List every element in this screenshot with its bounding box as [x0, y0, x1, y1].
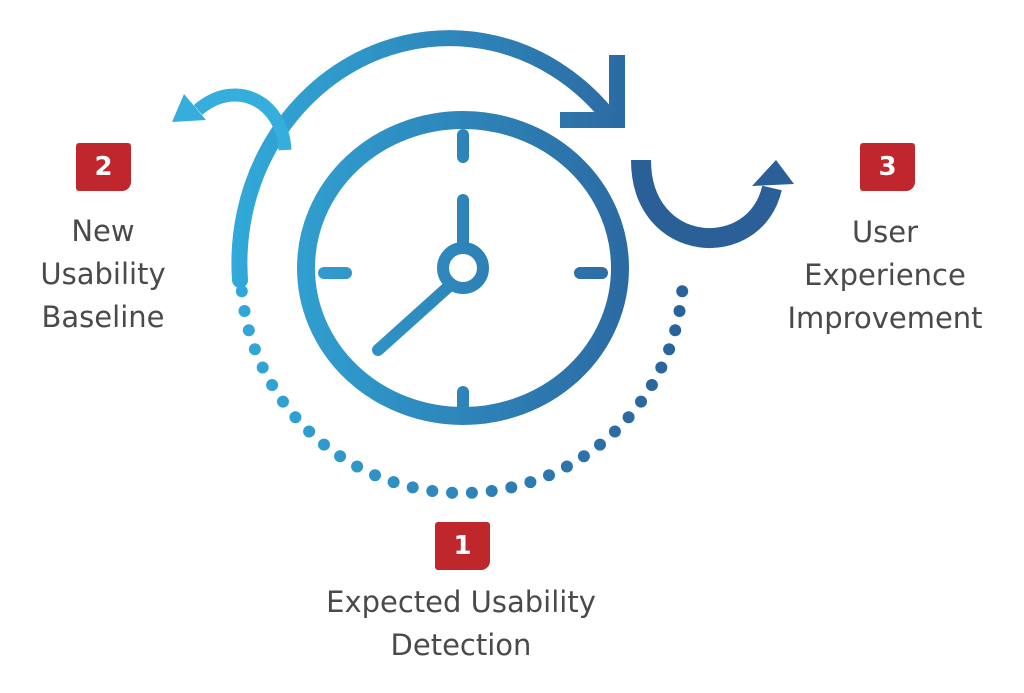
progress-dot	[369, 469, 381, 482]
progress-dot	[655, 361, 668, 374]
progress-dot	[676, 285, 689, 298]
progress-dot	[318, 438, 330, 451]
progress-dot	[426, 485, 439, 497]
step-1-line: Detection	[390, 628, 532, 662]
progress-dot	[560, 460, 573, 473]
progress-dot	[289, 411, 302, 424]
progress-dot	[334, 450, 347, 463]
progress-dot	[266, 379, 279, 391]
progress-dot	[248, 343, 261, 356]
progress-dot	[505, 481, 518, 494]
progress-dot	[235, 285, 248, 298]
progress-dot	[663, 343, 676, 356]
step-2-line: Baseline	[41, 300, 165, 334]
progress-dot	[577, 450, 590, 463]
progress-dot	[256, 361, 269, 374]
step-3-label: User Experience Improvement	[787, 211, 982, 340]
step-2-line: Usability	[40, 257, 166, 291]
progress-dot	[622, 411, 635, 424]
curved-up-arrow-icon	[631, 159, 794, 248]
step-3-line: Experience	[804, 258, 966, 292]
progress-dot	[645, 379, 658, 391]
progress-dot	[608, 425, 621, 438]
step-3-line: Improvement	[787, 301, 983, 335]
progress-dot	[446, 486, 459, 499]
step-3-line: User	[851, 215, 919, 249]
progress-dot	[238, 305, 251, 317]
progress-dot	[524, 476, 537, 489]
progress-dot	[485, 485, 498, 497]
progress-dot	[277, 395, 289, 408]
progress-dot	[242, 324, 255, 337]
progress-dot	[387, 476, 400, 489]
progress-dot	[406, 481, 419, 494]
progress-dot	[465, 486, 478, 499]
progress-dot	[635, 395, 647, 408]
step-2-line: New	[71, 214, 135, 248]
progress-dot	[669, 324, 682, 337]
progress-dot	[543, 469, 555, 482]
progress-dot	[673, 305, 686, 317]
clock-icon	[297, 111, 629, 425]
step-1-line: Expected Usability	[326, 585, 596, 619]
step-1-badge: 1	[435, 522, 490, 570]
progress-dot	[303, 425, 316, 438]
progress-dot	[351, 460, 364, 473]
step-1-label: Expected Usability Detection	[326, 581, 596, 667]
step-2-badge: 2	[76, 143, 131, 191]
step-3-badge: 3	[860, 143, 915, 191]
step-2-label: New Usability Baseline	[40, 210, 165, 339]
progress-dot	[594, 438, 606, 451]
